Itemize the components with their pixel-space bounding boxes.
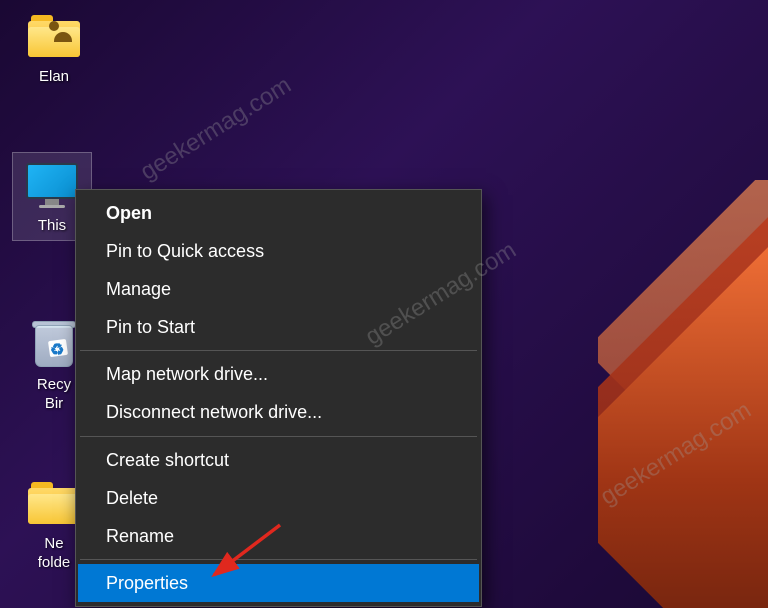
menu-item-pin-quick-access[interactable]: Pin to Quick access xyxy=(78,232,479,270)
icon-label: Elan xyxy=(14,68,94,87)
desktop-icon-user-folder[interactable]: Elan xyxy=(14,8,94,87)
menu-item-disconnect-network-drive[interactable]: Disconnect network drive... xyxy=(78,393,479,431)
menu-item-map-network-drive[interactable]: Map network drive... xyxy=(78,355,479,393)
menu-item-manage[interactable]: Manage xyxy=(78,270,479,308)
this-pc-icon xyxy=(24,157,80,213)
menu-item-pin-start[interactable]: Pin to Start xyxy=(78,308,479,346)
recycle-bin-icon: ♻ xyxy=(26,316,82,372)
user-folder-icon xyxy=(26,8,82,64)
menu-separator xyxy=(80,350,477,351)
menu-item-properties[interactable]: Properties xyxy=(78,564,479,602)
folder-icon xyxy=(26,475,82,531)
menu-separator xyxy=(80,559,477,560)
menu-item-rename[interactable]: Rename xyxy=(78,517,479,555)
wallpaper-decor xyxy=(598,180,768,608)
menu-separator xyxy=(80,436,477,437)
menu-item-create-shortcut[interactable]: Create shortcut xyxy=(78,441,479,479)
menu-item-open[interactable]: Open xyxy=(78,194,479,232)
context-menu: Open Pin to Quick access Manage Pin to S… xyxy=(75,189,482,607)
watermark: geekermag.com xyxy=(136,72,297,187)
menu-item-delete[interactable]: Delete xyxy=(78,479,479,517)
